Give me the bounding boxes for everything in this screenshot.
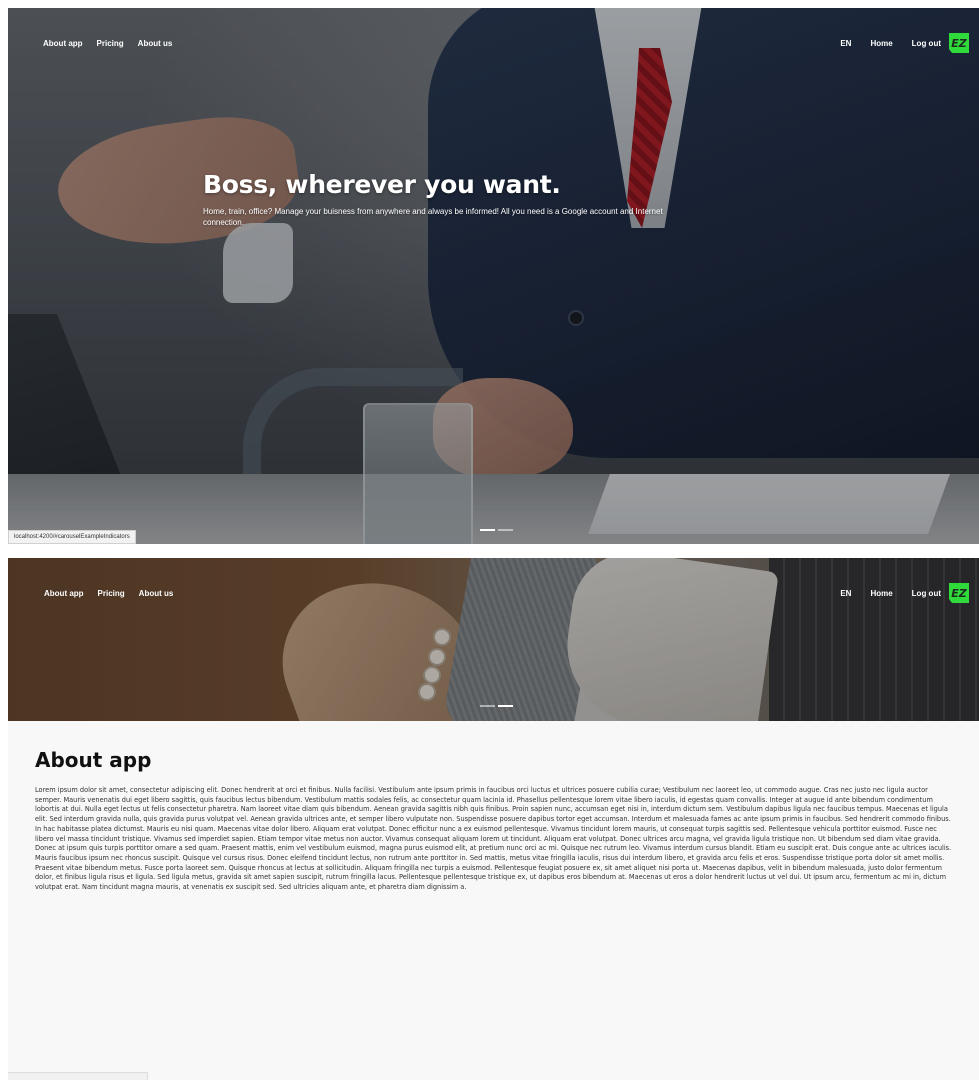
nav-link-about-app[interactable]: About app — [44, 589, 84, 598]
carousel-indicators — [480, 529, 513, 531]
about-page-view: About app Pricing About us EN Home Log o… — [8, 558, 979, 1080]
hero-caption: Boss, wherever you want. Home, train, of… — [203, 170, 673, 228]
about-body-text: Lorem ipsum dolor sit amet, consectetur … — [35, 786, 952, 892]
nav-link-pricing[interactable]: Pricing — [97, 39, 124, 48]
logout-link[interactable]: Log out — [912, 589, 941, 598]
about-heading: About app — [35, 748, 152, 772]
hero-title: Boss, wherever you want. — [203, 170, 561, 199]
carousel-indicator-2[interactable] — [498, 705, 513, 707]
carousel-indicator-1[interactable] — [480, 529, 495, 531]
about-app-section: About app Lorem ipsum dolor sit amet, co… — [35, 748, 955, 893]
navbar-2: About app Pricing About us EN Home Log o… — [8, 558, 979, 628]
hero-subtitle: Home, train, office? Manage your buisnes… — [203, 207, 663, 227]
carousel-indicator-2[interactable] — [498, 529, 513, 531]
nav-link-about-us[interactable]: About us — [139, 589, 174, 598]
carousel-indicators-2 — [480, 705, 513, 707]
language-switch[interactable]: EN — [840, 39, 851, 48]
navbar: About app Pricing About us EN Home Log o… — [8, 8, 979, 78]
logo-text: EZ — [951, 586, 967, 600]
hero-section: About app Pricing About us EN Home Log o… — [8, 8, 979, 544]
nav-link-about-app[interactable]: About app — [43, 39, 83, 48]
browser-status-url: localhost:4200/#carouselExampleIndicator… — [8, 530, 136, 544]
carousel-indicator-1[interactable] — [480, 705, 495, 707]
logout-link[interactable]: Log out — [912, 39, 941, 48]
language-switch[interactable]: EN — [840, 589, 851, 598]
nav-link-pricing[interactable]: Pricing — [98, 589, 125, 598]
nav-link-home[interactable]: Home — [870, 589, 892, 598]
nav-link-home[interactable]: Home — [870, 39, 892, 48]
hero-section-slide-2: About app Pricing About us EN Home Log o… — [8, 558, 979, 721]
ez-logo-icon[interactable]: EZ — [949, 583, 969, 603]
logo-text: EZ — [951, 36, 967, 50]
nav-link-about-us[interactable]: About us — [138, 39, 173, 48]
browser-status-bar — [8, 1072, 148, 1080]
ez-logo-icon[interactable]: EZ — [949, 33, 969, 53]
